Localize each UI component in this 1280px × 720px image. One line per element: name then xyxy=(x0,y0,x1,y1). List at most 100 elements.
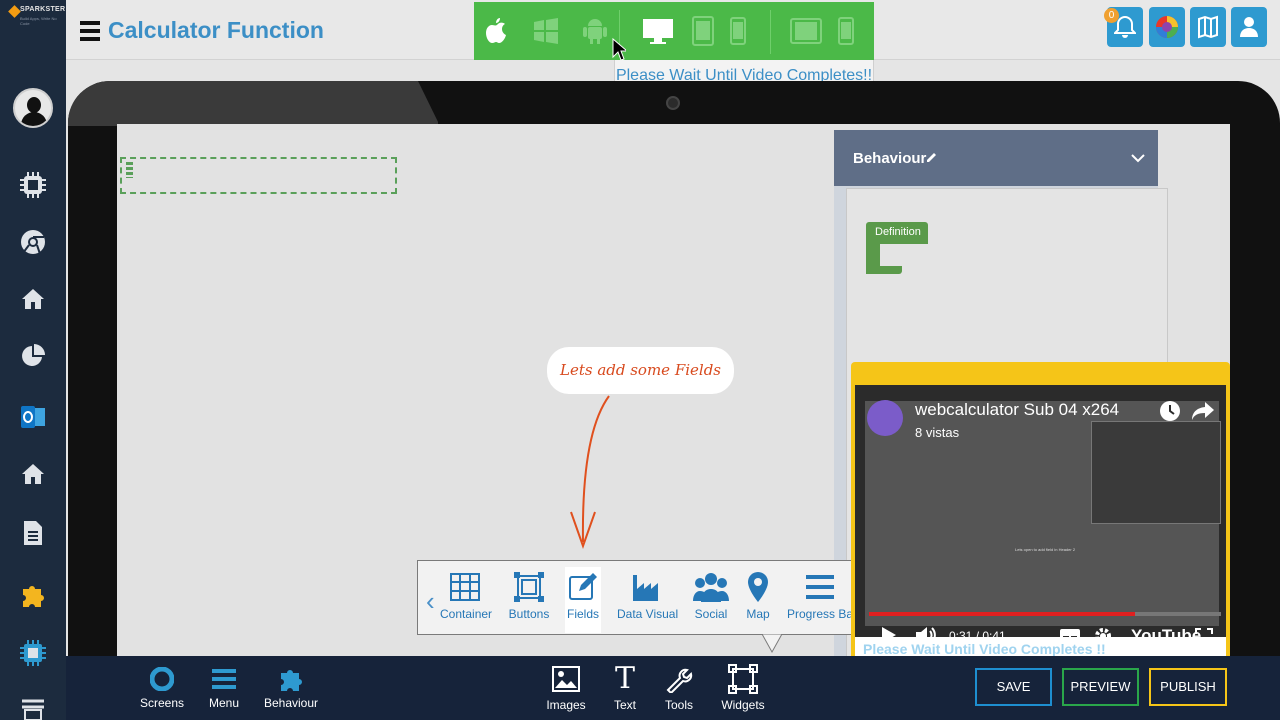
data-visual-tool[interactable]: Data Visual xyxy=(617,567,679,633)
user-icon xyxy=(1240,17,1258,37)
menu-icon[interactable] xyxy=(80,21,100,41)
behaviour-label: Behaviour xyxy=(263,696,319,710)
tools-button[interactable]: Tools xyxy=(661,664,697,712)
widgets-button[interactable]: Widgets xyxy=(720,664,766,712)
fields-tool[interactable]: Fields xyxy=(565,567,601,633)
chart-icon xyxy=(633,575,658,601)
people-icon xyxy=(693,573,729,602)
brand-tagline: Build Apps, Write No Code xyxy=(20,16,57,26)
container-label: Container xyxy=(440,607,493,621)
social-tool[interactable]: Social xyxy=(691,567,731,633)
screens-button[interactable]: Screens xyxy=(140,666,184,710)
share-icon[interactable] xyxy=(1191,401,1215,421)
grid-icon xyxy=(450,573,480,601)
buttons-tool[interactable]: Buttons xyxy=(506,567,552,633)
apple-icon[interactable] xyxy=(480,12,514,50)
chevron-down-icon[interactable] xyxy=(1131,153,1145,163)
camera-dot xyxy=(666,96,680,110)
container-tool[interactable]: Container xyxy=(440,567,493,633)
user-account-button[interactable] xyxy=(1231,7,1267,47)
definition-label: Definition xyxy=(866,222,928,244)
stack-icon[interactable] xyxy=(16,690,50,720)
video-title[interactable]: webcalculator Sub 04 x264 xyxy=(915,400,1119,420)
behaviour-panel-header[interactable]: Behaviour xyxy=(834,130,1158,186)
outlook-icon[interactable] xyxy=(16,400,50,434)
document-icon[interactable] xyxy=(16,516,50,550)
separator xyxy=(770,10,771,54)
chrome-icon[interactable] xyxy=(16,225,50,259)
image-icon xyxy=(552,666,580,692)
home-icon[interactable] xyxy=(16,282,50,316)
fields-label: Fields xyxy=(566,607,599,621)
tablet-landscape-icon[interactable] xyxy=(789,12,823,50)
screens-icon xyxy=(150,667,174,691)
home-icon[interactable] xyxy=(16,457,50,491)
edit-icon xyxy=(569,573,597,600)
phone-icon[interactable] xyxy=(721,12,755,50)
fullscreen-icon[interactable] xyxy=(1195,628,1213,637)
menu-button[interactable]: Menu xyxy=(204,666,244,710)
images-button[interactable]: Images xyxy=(544,664,588,712)
chip-icon[interactable] xyxy=(16,636,50,670)
color-wheel-button[interactable] xyxy=(1149,7,1185,47)
tablet-icon[interactable] xyxy=(686,12,720,50)
callout-arrow-icon xyxy=(570,395,610,550)
subtitles-icon[interactable] xyxy=(1060,629,1080,637)
screens-label: Screens xyxy=(140,696,185,710)
toolbar-notch xyxy=(762,634,782,654)
video-popup: Lets open to add field in Header 2 webca… xyxy=(851,362,1230,666)
wrench-icon xyxy=(666,668,693,693)
text-button[interactable]: T Text xyxy=(609,664,641,713)
preview-button[interactable]: PREVIEW xyxy=(1062,668,1139,706)
progress-bar-tool[interactable]: Progress Bar xyxy=(787,567,857,633)
video-progress-bar[interactable] xyxy=(869,612,1221,616)
logo-mark xyxy=(8,5,21,18)
settings-gear-icon[interactable] xyxy=(1094,627,1112,637)
video-frame-caption: Lets open to add field in Header 2 xyxy=(1015,547,1076,552)
map-pin-icon xyxy=(748,572,768,602)
publish-button[interactable]: PUBLISH xyxy=(1149,668,1227,706)
frame-icon xyxy=(514,572,544,602)
youtube-logo[interactable]: YouTube xyxy=(1131,626,1201,637)
pie-chart-icon[interactable] xyxy=(16,339,50,373)
color-wheel-icon xyxy=(1156,16,1178,38)
map-tool[interactable]: Map xyxy=(744,567,772,633)
play-icon[interactable] xyxy=(881,626,897,637)
bars-icon xyxy=(806,575,834,599)
device-selector xyxy=(474,2,874,60)
video-views: 8 vistas xyxy=(915,425,960,440)
phone-landscape-icon[interactable] xyxy=(829,12,863,50)
drag-handle[interactable] xyxy=(126,162,133,178)
map-guide-button[interactable] xyxy=(1190,7,1226,47)
video-time: 0:31 / 0:41 xyxy=(949,629,1006,637)
widgets-icon xyxy=(728,664,758,694)
save-button[interactable]: SAVE xyxy=(975,668,1052,706)
chip-icon[interactable] xyxy=(16,168,50,202)
android-icon[interactable] xyxy=(578,12,612,50)
desktop-icon[interactable] xyxy=(641,12,675,50)
puzzle-icon[interactable] xyxy=(16,578,50,612)
component-toolbar: ‹ Container Buttons Fields Data Visual S… xyxy=(417,560,857,635)
behaviour-panel-title: Behaviour xyxy=(853,150,927,167)
text-label: Text xyxy=(613,698,636,712)
behaviour-button[interactable]: Behaviour xyxy=(263,666,319,710)
pencil-icon[interactable] xyxy=(925,150,939,164)
page-title: Calculator Function xyxy=(108,17,324,43)
progress-bar-label: Progress Bar xyxy=(787,607,857,621)
map-icon xyxy=(1198,15,1218,39)
notification-count-badge: 0 xyxy=(1104,8,1119,23)
definition-block[interactable]: Definition xyxy=(866,222,928,274)
clock-icon[interactable] xyxy=(1159,400,1181,422)
brand-name: SPARKSTER xyxy=(20,6,66,13)
scroll-left-icon[interactable]: ‹ xyxy=(426,586,435,617)
windows-icon[interactable] xyxy=(529,12,563,50)
video-player[interactable]: Lets open to add field in Header 2 webca… xyxy=(855,385,1226,637)
puzzle-icon xyxy=(281,670,302,691)
volume-icon[interactable] xyxy=(915,626,937,637)
menu-lines-icon xyxy=(212,669,236,689)
data-visual-label: Data Visual xyxy=(617,607,679,621)
channel-avatar[interactable] xyxy=(867,400,903,436)
profile-avatar[interactable] xyxy=(13,88,53,128)
widgets-label: Widgets xyxy=(721,698,765,712)
header-drop-zone[interactable] xyxy=(120,157,397,194)
